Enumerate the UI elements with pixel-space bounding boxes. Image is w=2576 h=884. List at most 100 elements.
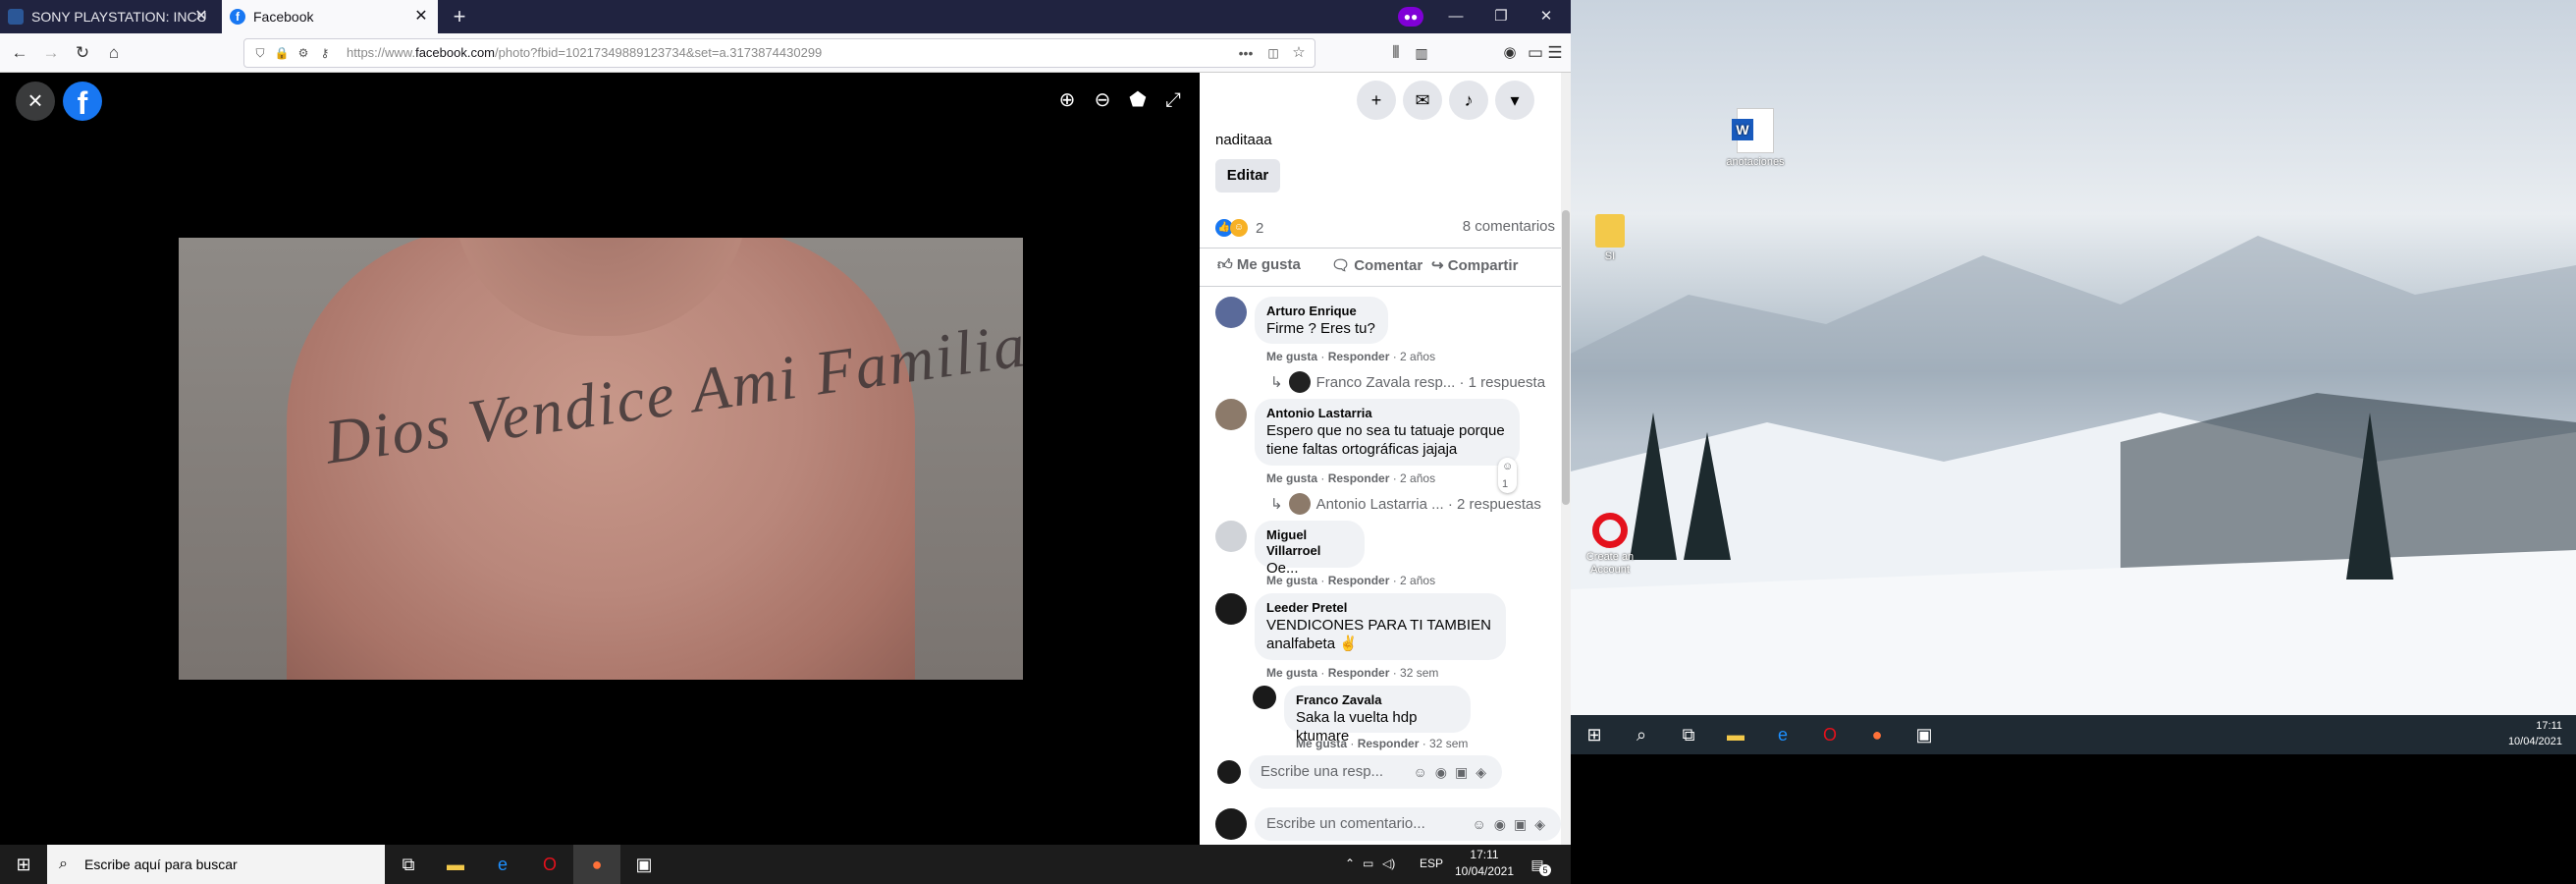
permissions-icon[interactable]: ⚙ (295, 45, 311, 61)
like-link[interactable]: Me gusta (1296, 737, 1347, 750)
start-icon[interactable]: ⊞ (1571, 715, 1618, 754)
minimize-button[interactable]: — (1433, 0, 1478, 33)
avatar[interactable] (1215, 521, 1247, 552)
comment-author[interactable]: Franco Zavala (1296, 692, 1459, 708)
file-explorer-icon[interactable]: ▬ (1712, 715, 1759, 754)
back-button[interactable]: ← (8, 41, 31, 65)
account-icon[interactable]: ◉ (1498, 41, 1522, 65)
firefox-icon[interactable]: ● (1853, 715, 1901, 754)
edge-icon[interactable]: e (1759, 715, 1806, 754)
view-replies[interactable]: ↳ Franco Zavala resp... · 1 respuesta (1270, 371, 1545, 393)
tab-facebook[interactable]: f Facebook ✕ (222, 0, 438, 33)
desktop-icon-opera[interactable]: Create an Account (1571, 513, 1649, 577)
close-tab-icon[interactable]: ✕ (412, 8, 430, 26)
comment-author[interactable]: Arturo Enrique (1266, 304, 1376, 319)
view-replies[interactable]: ↳ Antonio Lastarria ... · 2 respuestas (1270, 493, 1541, 515)
comment-age[interactable]: 2 años (1400, 350, 1435, 363)
file-explorer-icon[interactable]: ▬ (432, 845, 479, 884)
taskbar-search-input[interactable]: ⌕ Escribe aquí para buscar (47, 845, 385, 884)
opera-icon[interactable]: O (526, 845, 573, 884)
zoom-in-icon[interactable]: ⊕ (1052, 85, 1082, 115)
pocket-icon[interactable]: ◫ (1265, 45, 1281, 61)
reply-link[interactable]: Responder (1328, 666, 1390, 680)
reply-link[interactable]: Responder (1358, 737, 1420, 750)
comment-button[interactable]: 🗨︎ Comentar (1331, 256, 1422, 274)
firefox-icon[interactable]: ● (573, 845, 620, 884)
fullscreen-icon[interactable]: ⤢ (1158, 85, 1188, 115)
input-tools-icons[interactable]: ☺◉▣◈ (1413, 755, 1494, 789)
avatar[interactable] (1215, 399, 1247, 430)
opera-icon[interactable]: O (1806, 715, 1853, 754)
create-icon[interactable]: + (1357, 81, 1396, 120)
url-text[interactable]: https://www.facebook.com/photo?fbid=1021… (347, 45, 822, 60)
network-icon[interactable]: ▭ (1363, 856, 1373, 870)
close-viewer-button[interactable]: × (16, 82, 55, 121)
avatar[interactable] (1215, 297, 1247, 328)
comment-author[interactable]: Leeder Pretel (1266, 600, 1494, 616)
tag-icon[interactable]: ⬟ (1123, 85, 1153, 115)
menu-icon[interactable]: ☰ (1543, 41, 1567, 65)
like-link[interactable]: Me gusta (1266, 471, 1317, 485)
photos-icon[interactable]: ▣ (620, 845, 668, 884)
like-link[interactable]: Me gusta (1266, 350, 1317, 363)
close-window-button[interactable]: ✕ (1524, 0, 1569, 33)
lock-icon[interactable]: 🔒 (274, 45, 290, 61)
reload-button[interactable]: ↻ (71, 41, 94, 65)
photos-icon[interactable]: ▣ (1901, 715, 1948, 754)
facebook-logo-icon[interactable]: f (63, 82, 102, 121)
comment-age[interactable]: 2 años (1400, 471, 1435, 485)
edit-button[interactable]: Editar (1215, 159, 1280, 193)
like-link[interactable]: Me gusta (1266, 666, 1317, 680)
forward-button[interactable]: → (39, 41, 63, 65)
reactions-summary[interactable]: 👍 ☺ 2 (1215, 218, 1263, 238)
close-tab-icon[interactable]: ✕ (192, 8, 210, 26)
comment-author[interactable]: Miguel Villarroel (1266, 527, 1353, 559)
comment-input[interactable]: Escribe un comentario... ☺◉▣◈ (1255, 807, 1561, 841)
messenger-icon[interactable]: ✉ (1403, 81, 1442, 120)
task-view-icon[interactable]: ⧉ (1665, 715, 1712, 754)
desktop-icon-folder[interactable]: SI (1571, 214, 1649, 263)
clock[interactable]: 17:11 10/04/2021 (2508, 718, 2562, 749)
comment-age[interactable]: 2 años (1400, 574, 1435, 587)
comment-author[interactable]: Antonio Lastarria (1266, 406, 1508, 421)
like-link[interactable]: Me gusta (1266, 574, 1317, 587)
bookmark-star-icon[interactable]: ☆ (1291, 45, 1307, 61)
key-icon[interactable]: ⚷ (317, 45, 333, 61)
comment-age[interactable]: 32 sem (1429, 737, 1468, 750)
volume-icon[interactable]: ◁) (1382, 856, 1395, 870)
task-view-icon[interactable]: ⧉ (385, 845, 432, 884)
language-indicator[interactable]: ESP (1420, 856, 1443, 870)
zoom-out-icon[interactable]: ⊖ (1088, 85, 1117, 115)
reply-link[interactable]: Responder (1328, 471, 1390, 485)
shield-icon[interactable]: ⛉ (252, 45, 268, 61)
sidebar-icon[interactable]: ▥ (1410, 41, 1433, 65)
home-button[interactable]: ⌂ (102, 41, 126, 65)
comment-reaction-badge[interactable]: ☺ 1 (1498, 458, 1518, 493)
page-actions-icon[interactable]: ••• (1238, 45, 1254, 61)
tab-sony-playstation[interactable]: SONY PLAYSTATION: INCUMPL ✕ (0, 0, 218, 33)
account-menu-icon[interactable]: ▾ (1495, 81, 1534, 120)
search-icon[interactable]: ⌕ (1618, 715, 1665, 754)
comment-count[interactable]: 8 comentarios (1463, 218, 1555, 235)
edge-icon[interactable]: e (479, 845, 526, 884)
scrollbar[interactable] (1561, 73, 1571, 845)
clock[interactable]: 17:11 10/04/2021 (1445, 847, 1524, 880)
restore-button[interactable]: ❐ (1478, 0, 1524, 33)
show-hidden-icons[interactable]: ⌃ (1345, 856, 1355, 870)
avatar[interactable] (1253, 686, 1276, 709)
library-icon[interactable]: ⫴ (1384, 41, 1408, 65)
notifications-bell-icon[interactable]: ♪ (1449, 81, 1488, 120)
reply-link[interactable]: Responder (1328, 574, 1390, 587)
avatar[interactable] (1215, 593, 1247, 625)
comment-age[interactable]: 32 sem (1400, 666, 1438, 680)
new-tab-button[interactable]: + (448, 5, 471, 28)
address-bar[interactable]: ⛉ 🔒 ⚙ ⚷ https://www.facebook.com/photo?f… (243, 38, 1315, 68)
reply-link[interactable]: Responder (1328, 350, 1390, 363)
share-button[interactable]: ↪ Compartir (1431, 256, 1518, 274)
desktop-icon-word-document[interactable]: W anotaciones (1716, 108, 1795, 169)
like-button[interactable]: 👍︎ Me gusta (1217, 256, 1301, 274)
start-icon[interactable]: ⊞ (0, 845, 47, 884)
scrollbar-thumb[interactable] (1562, 210, 1570, 505)
input-tools-icons[interactable]: ☺◉▣◈ (1472, 807, 1553, 841)
reply-input[interactable]: Escribe una resp... ☺◉▣◈ (1249, 755, 1502, 789)
